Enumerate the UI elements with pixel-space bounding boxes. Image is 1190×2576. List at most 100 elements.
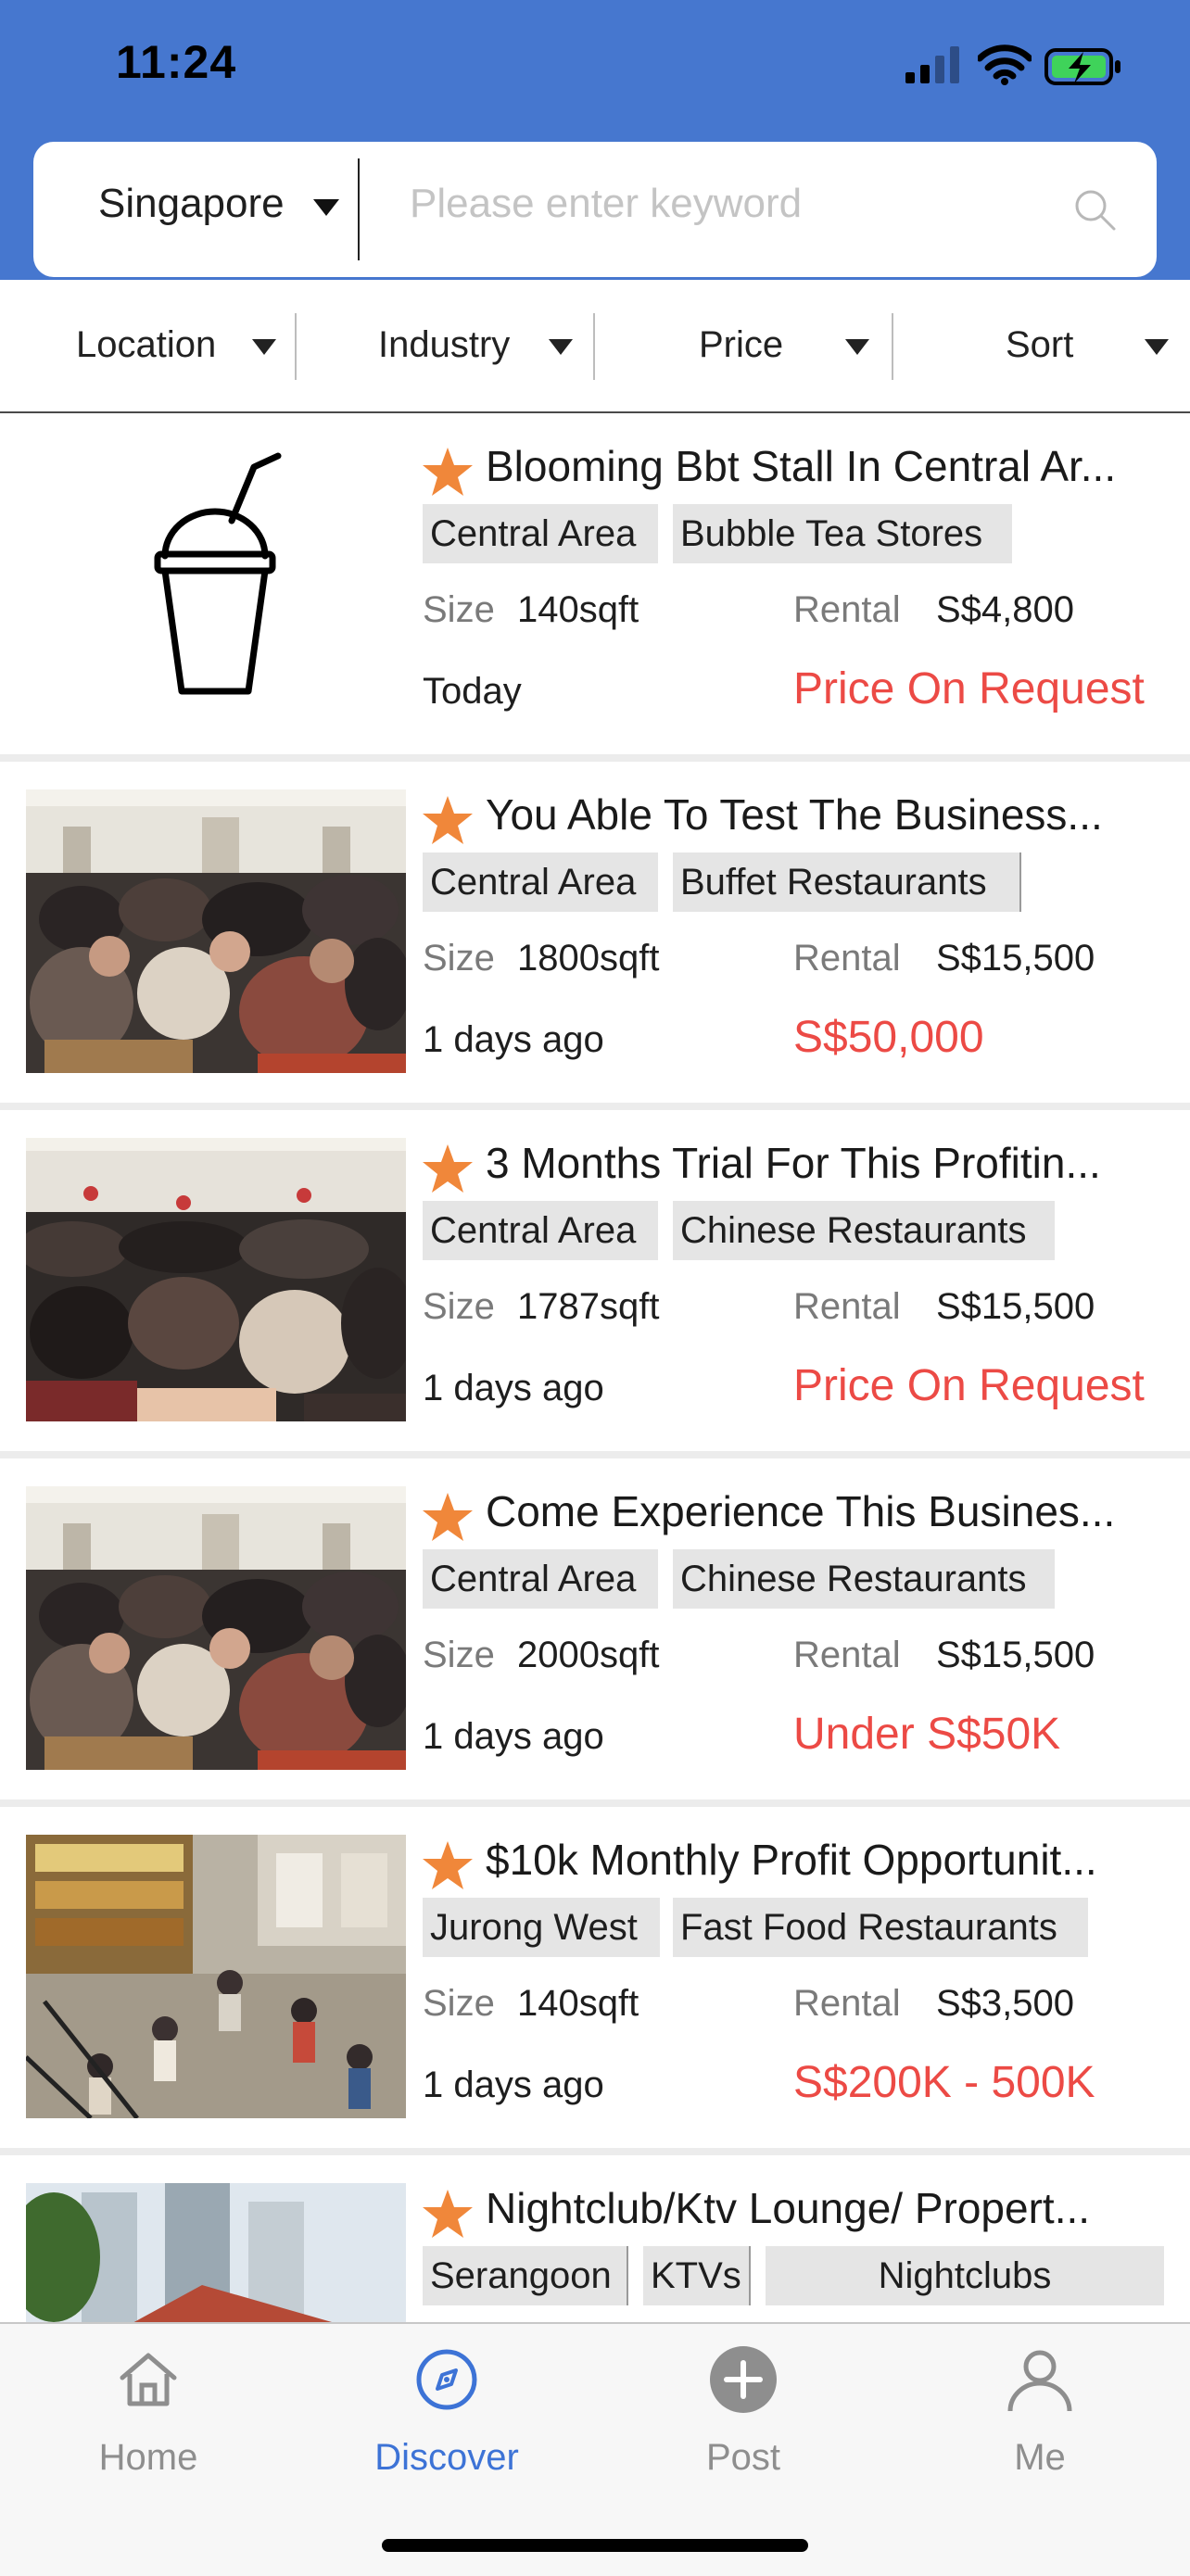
listing-thumbnail xyxy=(26,2183,406,2322)
food-court-photo xyxy=(26,1835,406,2118)
rental-value: S$4,800 xyxy=(936,589,1075,630)
tag-industry: Chinese Restaurants xyxy=(673,1549,1055,1609)
filter-sort[interactable]: Sort xyxy=(893,280,1190,411)
posted-date: 1 days ago xyxy=(423,2065,604,2105)
listing-title[interactable]: Come Experience This Busines... xyxy=(486,1486,1171,1536)
listing-card[interactable]: Come Experience This Busines... Central … xyxy=(0,1458,1190,1799)
star-icon xyxy=(423,448,473,496)
status-bar: 11:24 xyxy=(0,0,1190,135)
listing-title[interactable]: 3 Months Trial For This Profitin... xyxy=(486,1138,1171,1188)
listing-card[interactable]: Blooming Bbt Stall In Central Ar... Cent… xyxy=(0,413,1190,754)
tag-location: Central Area xyxy=(423,852,658,912)
tag-industry: Bubble Tea Stores xyxy=(673,504,1012,563)
star-icon xyxy=(423,1841,473,1889)
chevron-down-icon xyxy=(252,339,276,355)
tab-bar: Home Discover Post Me xyxy=(0,2322,1190,2576)
star-icon xyxy=(423,1493,473,1541)
size-value: 1800sqft xyxy=(517,938,660,979)
listing-list[interactable]: Blooming Bbt Stall In Central Ar... Cent… xyxy=(0,413,1190,2322)
header: 11:24 Singapore xyxy=(0,0,1190,280)
listing-thumbnail xyxy=(26,1835,406,2118)
restaurant-photo xyxy=(26,1486,406,1770)
filter-sort-label: Sort xyxy=(1006,324,1074,365)
search-input[interactable] xyxy=(408,175,1079,233)
filter-location[interactable]: Location xyxy=(0,280,297,411)
listing-thumbnail xyxy=(26,441,406,725)
tab-discover-label: Discover xyxy=(374,2437,519,2478)
listing-thumbnail xyxy=(26,1138,406,1421)
tag-location: Central Area xyxy=(423,504,658,563)
city-selector[interactable]: Singapore xyxy=(98,181,285,227)
listing-card[interactable]: You Able To Test The Business... Central… xyxy=(0,762,1190,1103)
listing-title[interactable]: You Able To Test The Business... xyxy=(486,789,1171,840)
listing-card[interactable]: Nightclub/Ktv Lounge/ Propert... Serango… xyxy=(0,2155,1190,2322)
size-value: 2000sqft xyxy=(517,1635,660,1675)
size-label: Size xyxy=(423,1635,495,1675)
home-indicator[interactable] xyxy=(382,2539,808,2552)
listing-price: Price On Request xyxy=(793,1361,1145,1410)
chevron-down-icon xyxy=(549,339,573,355)
filter-industry-label: Industry xyxy=(378,324,511,365)
tag-industry: KTVs xyxy=(643,2246,751,2305)
posted-date: 1 days ago xyxy=(423,1019,604,1060)
star-icon xyxy=(423,2190,473,2238)
tab-me-label: Me xyxy=(1014,2437,1066,2478)
listing-price: Under S$50K xyxy=(793,1710,1061,1759)
size-value: 140sqft xyxy=(517,1983,639,2024)
tab-home-label: Home xyxy=(98,2437,198,2478)
tab-me[interactable]: Me xyxy=(892,2324,1188,2537)
filter-price[interactable]: Price xyxy=(595,280,892,411)
chevron-down-icon xyxy=(845,339,869,355)
tag-location: Serangoon xyxy=(423,2246,628,2305)
cellular-signal-icon xyxy=(905,46,959,83)
tab-discover[interactable]: Discover xyxy=(298,2324,595,2537)
filter-bar: Location Industry Price Sort xyxy=(0,280,1190,413)
listing-card[interactable]: $10k Monthly Profit Opportunit... Jurong… xyxy=(0,1807,1190,2148)
listing-price: S$200K - 500K xyxy=(793,2058,1095,2107)
listing-price: S$50,000 xyxy=(793,1013,984,1062)
filter-location-label: Location xyxy=(76,324,217,365)
city-dropdown-icon[interactable] xyxy=(313,199,339,216)
posted-date: Today xyxy=(423,671,522,712)
wifi-icon xyxy=(978,44,1032,85)
restaurant-photo xyxy=(26,789,406,1073)
filter-price-label: Price xyxy=(699,324,784,365)
plus-circle-icon xyxy=(710,2346,777,2413)
search-icon[interactable] xyxy=(1071,186,1120,234)
size-label: Size xyxy=(423,589,495,630)
compass-icon xyxy=(416,2349,477,2410)
size-label: Size xyxy=(423,1286,495,1327)
listing-thumbnail xyxy=(26,1486,406,1770)
rental-label: Rental xyxy=(793,589,901,630)
listing-title[interactable]: $10k Monthly Profit Opportunit... xyxy=(486,1835,1171,1885)
listing-title[interactable]: Blooming Bbt Stall In Central Ar... xyxy=(486,441,1171,491)
listing-price: Price On Request xyxy=(793,664,1145,713)
rental-value: S$15,500 xyxy=(936,1286,1095,1327)
tag-location: Central Area xyxy=(423,1549,658,1609)
rental-label: Rental xyxy=(793,1635,901,1675)
tag-industry: Chinese Restaurants xyxy=(673,1201,1055,1260)
size-value: 1787sqft xyxy=(517,1286,660,1327)
search-divider xyxy=(358,158,360,260)
tab-post-label: Post xyxy=(705,2437,781,2478)
star-icon xyxy=(423,796,473,844)
tag-location: Jurong West xyxy=(423,1898,660,1957)
home-icon xyxy=(120,2353,177,2406)
tag-industry: Fast Food Restaurants xyxy=(673,1898,1088,1957)
rental-value: S$15,500 xyxy=(936,938,1095,979)
chevron-down-icon xyxy=(1145,339,1169,355)
listing-card[interactable]: 3 Months Trial For This Profitin... Cent… xyxy=(0,1110,1190,1451)
building-photo xyxy=(26,2183,406,2322)
search-bar: Singapore xyxy=(33,142,1157,277)
tab-home[interactable]: Home xyxy=(0,2324,297,2537)
listing-title[interactable]: Nightclub/Ktv Lounge/ Propert... xyxy=(486,2183,1171,2233)
posted-date: 1 days ago xyxy=(423,1368,604,1408)
bubble-tea-cup-icon xyxy=(154,452,282,695)
tab-post[interactable]: Post xyxy=(595,2324,892,2537)
posted-date: 1 days ago xyxy=(423,1716,604,1757)
rental-label: Rental xyxy=(793,1286,901,1327)
star-icon xyxy=(423,1144,473,1193)
filter-industry[interactable]: Industry xyxy=(297,280,593,411)
battery-charging-icon xyxy=(1044,48,1120,85)
size-label: Size xyxy=(423,938,495,979)
